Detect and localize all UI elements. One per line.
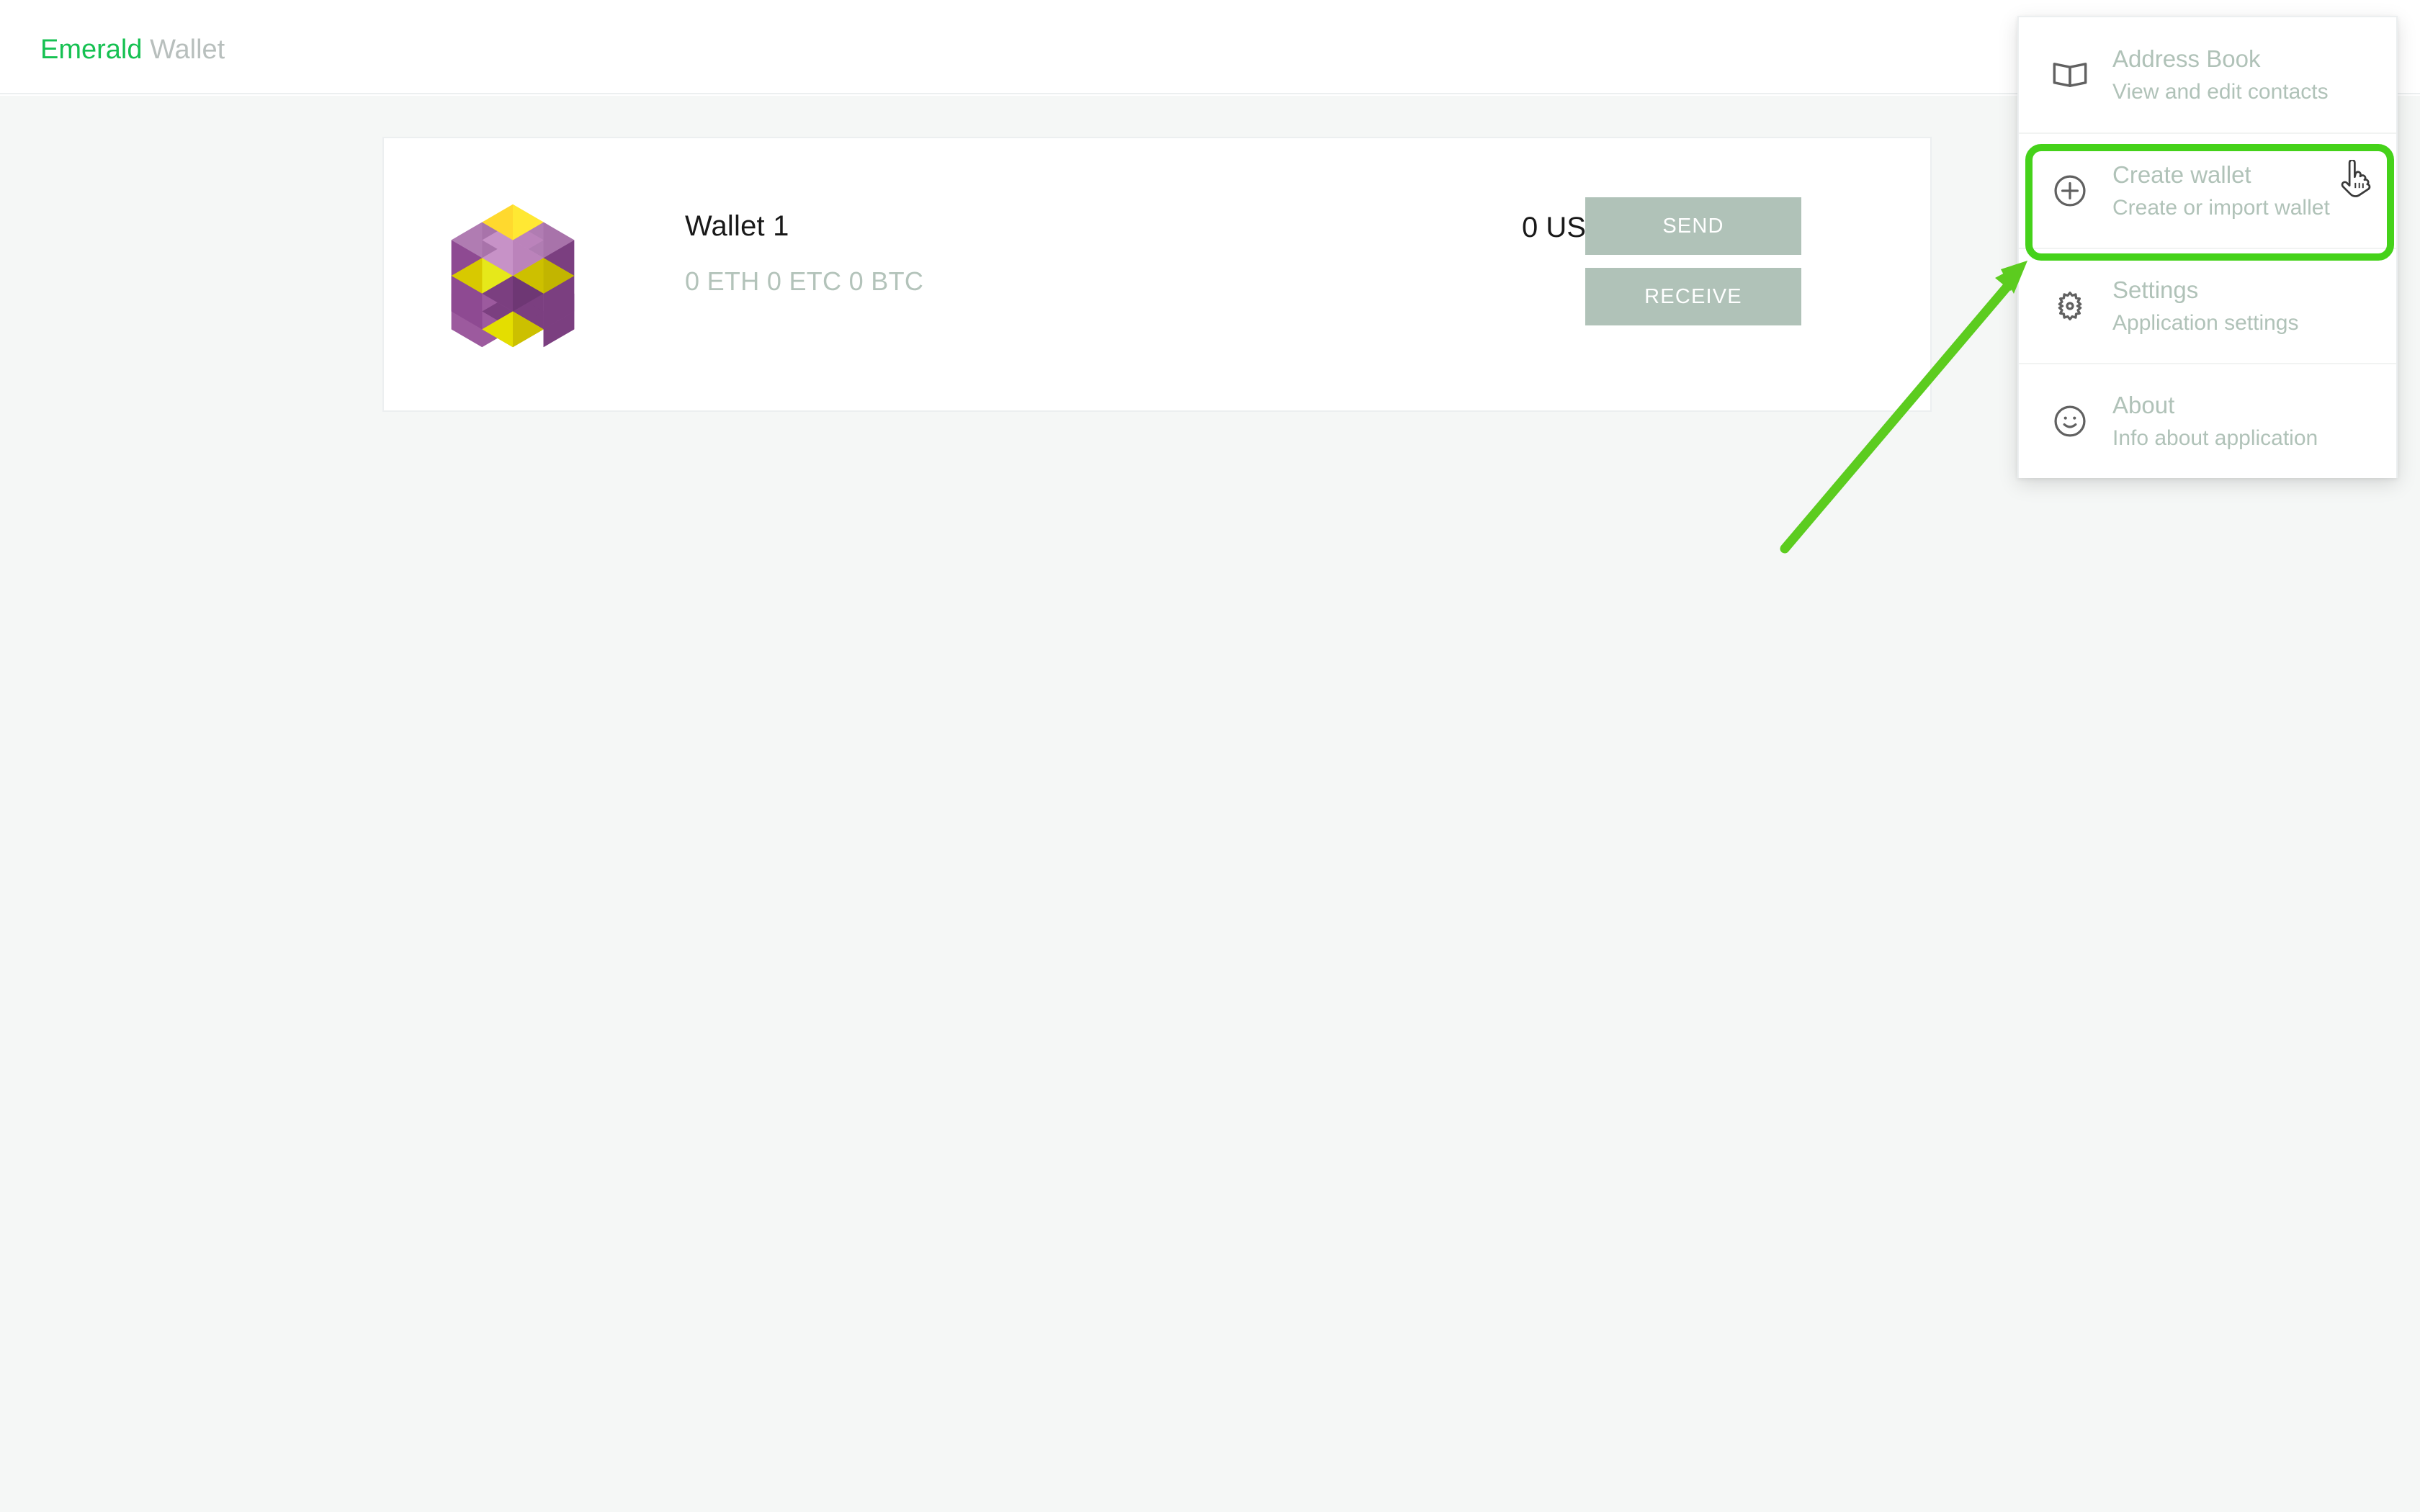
wallet-name: Wallet 1 [685, 210, 789, 242]
menu-item-subtitle: Info about application [2112, 426, 2318, 450]
main-menu-dropdown: Address Book View and edit contacts Crea… [2017, 16, 2398, 478]
menu-item-title: Settings [2112, 276, 2199, 303]
gear-icon [2043, 279, 2097, 333]
wallet-card[interactable]: Wallet 1 0 ETH 0 ETC 0 BTC 0 USD SEND RE… [382, 137, 1932, 412]
book-icon [2043, 48, 2097, 102]
app-window: Emerald Wallet Wallet 1 0 ETH 0 ETC 0 BT… [0, 0, 2420, 1512]
brand-name-primary: Emerald [40, 35, 143, 65]
brand-name-secondary: Wallet [150, 35, 225, 65]
menu-item-create-wallet[interactable]: Create wallet Create or import wallet [2019, 132, 2396, 248]
menu-item-subtitle: View and edit contacts [2112, 80, 2329, 104]
menu-item-title: Address Book [2112, 45, 2261, 72]
menu-item-settings[interactable]: Settings Application settings [2019, 248, 2396, 363]
app-brand-logo[interactable]: Emerald Wallet [40, 35, 225, 65]
menu-item-text: About Info about application [2112, 391, 2318, 451]
menu-item-text: Settings Application settings [2112, 276, 2299, 336]
menu-item-title: Create wallet [2112, 161, 2251, 188]
smiley-icon [2043, 395, 2097, 448]
wallet-info: Wallet 1 0 ETH 0 ETC 0 BTC [685, 209, 1333, 297]
receive-button[interactable]: RECEIVE [1585, 268, 1801, 325]
wallet-balances: 0 ETH 0 ETC 0 BTC [685, 266, 924, 296]
menu-item-subtitle: Application settings [2112, 311, 2299, 335]
wallet-identicon [434, 197, 591, 354]
menu-item-subtitle: Create or import wallet [2112, 196, 2330, 220]
menu-item-title: About [2112, 392, 2175, 418]
menu-item-text: Create wallet Create or import wallet [2112, 161, 2330, 221]
plus-circle-icon [2043, 164, 2097, 217]
menu-item-address-book[interactable]: Address Book View and edit contacts [2019, 17, 2396, 132]
wallet-card-row: Wallet 1 0 ETH 0 ETC 0 BTC 0 USD SEND RE… [384, 138, 1930, 410]
send-button[interactable]: SEND [1585, 197, 1801, 255]
menu-item-text: Address Book View and edit contacts [2112, 45, 2329, 105]
menu-item-about[interactable]: About Info about application [2019, 363, 2396, 478]
wallet-actions: SEND RECEIVE [1585, 197, 1801, 325]
